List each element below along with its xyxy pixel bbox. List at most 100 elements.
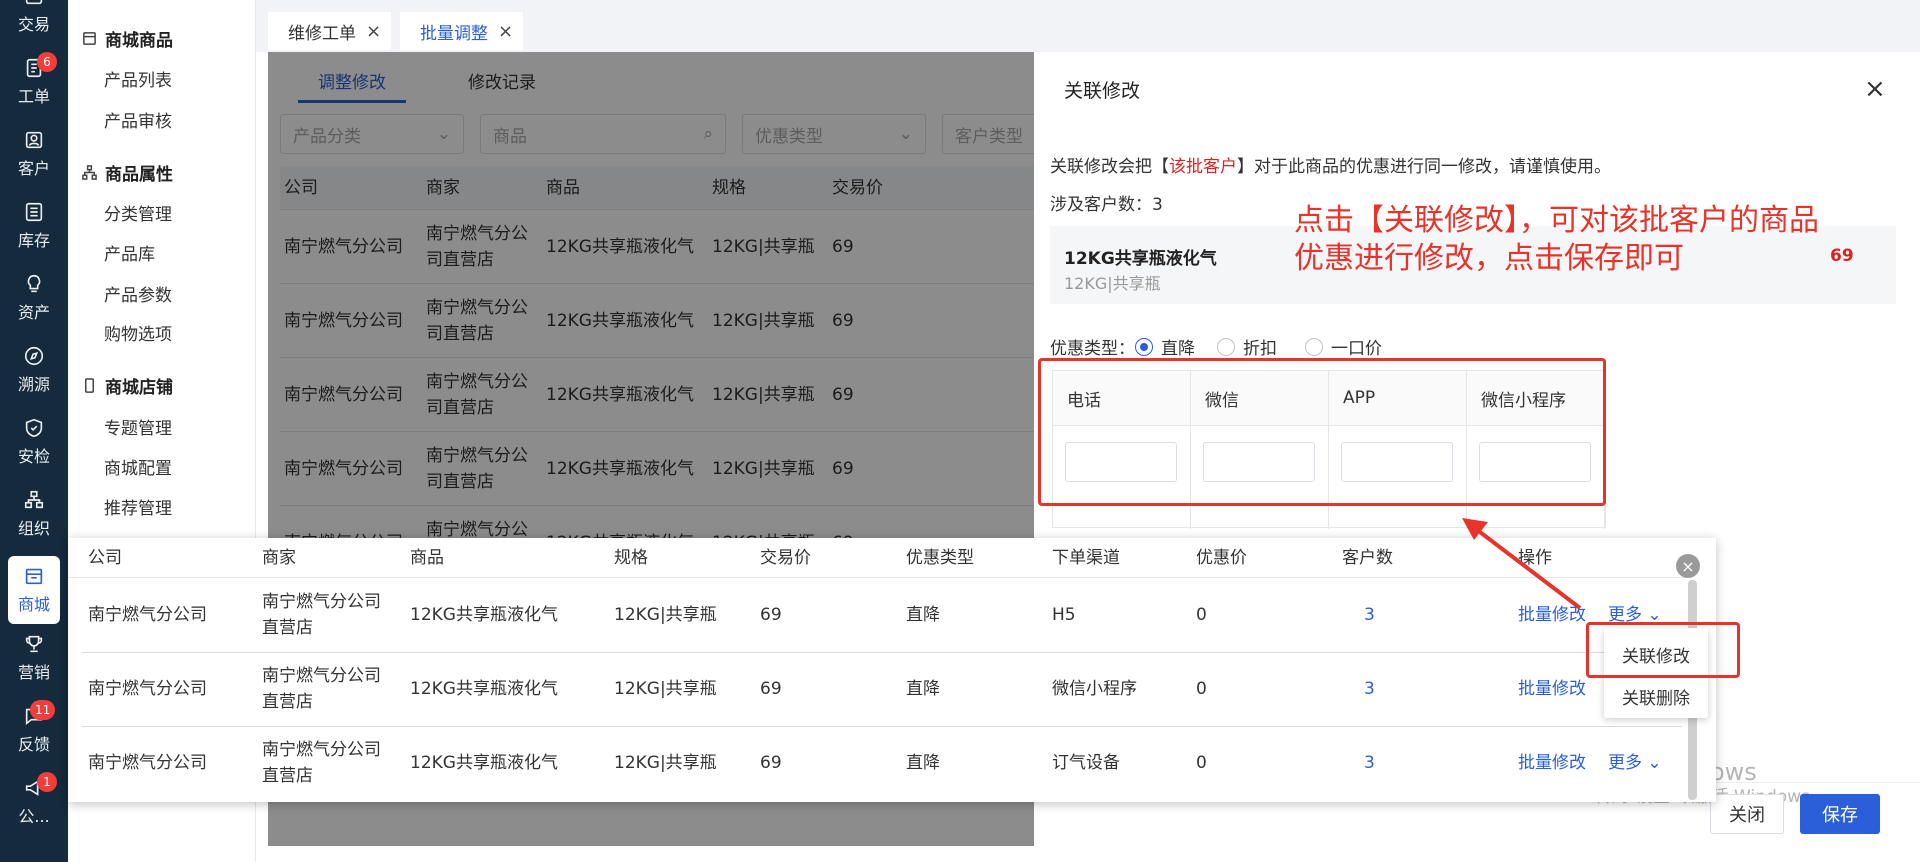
rail-item-customer[interactable]: 客户 [0,118,68,190]
rail-label: 反馈 [17,735,50,754]
rail-label: 安检 [17,447,50,466]
annotation-text: 点击【关联修改】，可对该批客户的商品 优惠进行修改，点击保存即可 [1294,202,1819,278]
menu-item-category[interactable]: 分类管理 [104,200,172,225]
rail-item-trace[interactable]: 溯源 [0,334,68,406]
customer-count-link[interactable]: 3 [1364,652,1375,726]
table-row[interactable]: 南宁燃气分公司 南宁燃气分公司直营店 12KG共享瓶液化气 12KG|共享瓶 6… [68,726,1688,800]
rail-label: 商城 [17,595,50,614]
notice-highlight: 该批客户 [1169,157,1237,177]
close-icon[interactable]: × [1676,554,1700,578]
radio-fixed-price[interactable] [1305,337,1323,356]
top-tab-bar: 维修工单 × 批量调整 × [256,0,1920,52]
column-header: 下单渠道 [1052,547,1120,568]
rail-item-mall[interactable]: 商城 [8,556,60,624]
close-button[interactable]: 关闭 [1710,794,1784,834]
product-name: 12KG共享瓶液化气 [1064,249,1217,269]
rail-label: 组织 [17,519,50,538]
radio-direct-reduce[interactable] [1135,337,1153,356]
customer-count-link[interactable]: 3 [1364,726,1375,800]
column-header: 优惠类型 [906,547,974,568]
rail-item-trade[interactable]: 交易 [0,0,68,46]
close-icon[interactable]: × [1864,74,1886,104]
workorder-badge: 6 [37,52,57,72]
cell-company: 南宁燃气分公司 [88,753,207,773]
menu-item-product-list[interactable]: 产品列表 [104,66,172,91]
cell-product: 12KG共享瓶液化气 [410,679,558,699]
tab-batch-adjust[interactable]: 批量调整 × [400,12,524,50]
rail-item-announcement[interactable]: 公... 1 [0,766,68,838]
annotation-highlight-box [1586,622,1740,678]
column-header: 商品 [410,547,444,568]
menu-item-recommend[interactable]: 推荐管理 [104,494,172,519]
cell-company: 南宁燃气分公司 [88,605,207,625]
batch-edit-link[interactable]: 批量修改 [1518,578,1586,652]
column-header: 客户数 [1342,547,1393,568]
cell-spec: 12KG|共享瓶 [614,679,717,699]
rail-label: 公... [18,807,50,826]
close-icon[interactable]: × [498,21,513,42]
product-price: 69 [1830,246,1854,266]
cell-price: 69 [760,753,782,773]
rail-item-inventory[interactable]: 库存 [0,190,68,262]
rail-item-feedback[interactable]: 反馈 11 [0,694,68,766]
customer-icon [25,131,43,149]
drawer-title: 关联修改 [1064,80,1141,102]
rail-item-workorder[interactable]: 工单 6 [0,46,68,118]
cell-product: 12KG共享瓶液化气 [410,753,558,773]
trophy-icon [25,635,43,653]
radio-label: 一口价 [1331,339,1382,359]
rail-label: 客户 [17,159,50,178]
close-icon[interactable]: × [366,21,381,42]
cell-spec: 12KG|共享瓶 [614,753,717,773]
trace-icon [24,346,44,366]
cell-price: 69 [760,605,782,625]
cell-store: 南宁燃气分公司直营店 [262,592,381,638]
menu-group-title: 商城店铺 [105,378,173,398]
column-header: 公司 [88,547,122,568]
radio-label: 直降 [1161,339,1195,359]
batch-edit-link[interactable]: 批量修改 [1518,652,1586,726]
rail-item-asset[interactable]: 资产 [0,262,68,334]
inventory-icon [25,202,43,222]
table-row[interactable]: 南宁燃气分公司 南宁燃气分公司直营店 12KG共享瓶液化气 12KG|共享瓶 6… [68,652,1688,726]
rail-item-security[interactable]: 安检 [0,406,68,478]
radio-discount[interactable] [1217,337,1235,356]
cell-discount: 0 [1196,605,1207,625]
save-button[interactable]: 保存 [1800,794,1880,834]
batch-edit-link[interactable]: 批量修改 [1518,726,1586,800]
notice-text: 关联修改会把【 [1050,157,1169,177]
tab-repair-order[interactable]: 维修工单 × [268,12,392,50]
annotation-line: 点击【关联修改】，可对该批客户的商品 [1294,203,1819,238]
more-dropdown-link[interactable]: 更多 ⌄ [1608,726,1662,800]
organization-icon [24,490,44,509]
menu-item-product-library[interactable]: 产品库 [104,240,155,265]
rail-item-organization[interactable]: 组织 [0,478,68,550]
menu-group-mall-store: 商城店铺 [82,373,173,398]
rail-label: 库存 [17,231,50,250]
table-row[interactable]: 南宁燃气分公司 南宁燃气分公司直营店 12KG共享瓶液化气 12KG|共享瓶 6… [68,578,1688,652]
rail-label: 资产 [17,303,50,322]
menu-group-title: 商品属性 [105,165,173,185]
cell-discount: 0 [1196,753,1207,773]
cell-store: 南宁燃气分公司直营店 [262,740,381,786]
rail-label: 交易 [17,15,50,34]
tab-label: 批量调整 [420,23,488,44]
menu-item-related-delete[interactable]: 关联删除 [1622,684,1690,709]
column-header: 交易价 [760,547,811,568]
menu-item-shopping-options[interactable]: 购物选项 [104,320,172,345]
cell-channel: H5 [1052,605,1076,625]
column-header: 规格 [614,547,648,568]
security-check-icon [25,418,43,438]
menu-item-product-review[interactable]: 产品审核 [104,107,172,132]
rail-item-marketing[interactable]: 营销 [0,622,68,694]
cell-price: 69 [760,679,782,699]
left-nav-rail: 交易 工单 6 客户 库存 资产 溯源 安检 组织 商城 营销 反馈 11 公.… [0,0,68,862]
menu-item-topic[interactable]: 专题管理 [104,414,172,439]
menu-item-mall-config[interactable]: 商城配置 [104,454,172,479]
menu-item-product-params[interactable]: 产品参数 [104,281,172,306]
cell-store: 南宁燃气分公司直营店 [262,666,381,712]
customer-count-link[interactable]: 3 [1364,578,1375,652]
trade-icon [25,0,43,5]
popup-table-header: 公司 商家 商品 规格 交易价 优惠类型 下单渠道 优惠价 客户数 操作 [68,538,1688,578]
warning-notice: 关联修改会把【该批客户】对于此商品的优惠进行同一修改，请谨慎使用。 [1050,152,1611,177]
